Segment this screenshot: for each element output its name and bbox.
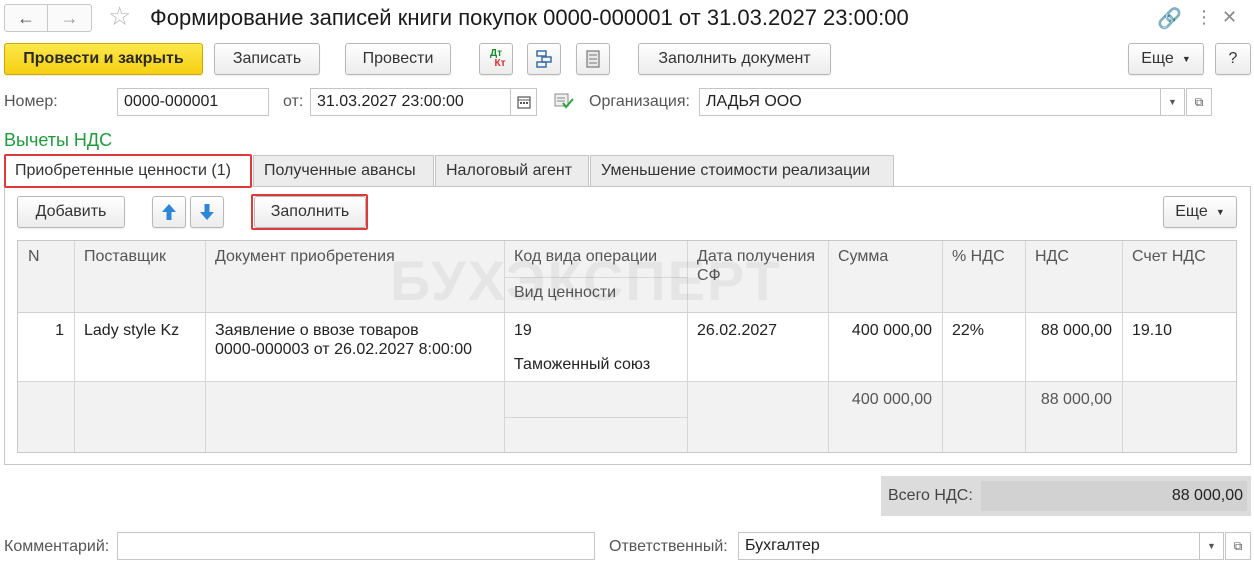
link-icon[interactable]: 🔗 xyxy=(1157,6,1182,31)
number-label: Номер: xyxy=(4,93,58,110)
responsible-field[interactable]: Бухгалтер xyxy=(738,532,1200,560)
list-icon xyxy=(586,50,600,68)
hierarchy-icon xyxy=(536,50,552,68)
responsible-dropdown-button[interactable]: ▼ xyxy=(1200,532,1224,560)
responsible-label: Ответственный: xyxy=(609,538,728,555)
more-button-label: Еще xyxy=(1141,50,1174,67)
back-button[interactable]: ← xyxy=(4,4,48,32)
row-invoice-date: 26.02.2027 xyxy=(697,322,778,339)
col-header-supplier[interactable]: Поставщик xyxy=(74,241,176,272)
col-header-vat-rate[interactable]: % НДС xyxy=(942,241,1015,272)
forward-button[interactable]: → xyxy=(48,4,92,32)
purchases-table: N Поставщик Документ приобретения Код ви… xyxy=(17,240,1237,453)
credit-label: Кт xyxy=(494,58,506,69)
close-icon[interactable]: ✕ xyxy=(1222,7,1237,28)
col-header-value-type[interactable]: Вид ценности xyxy=(504,277,626,308)
calendar-icon xyxy=(516,96,531,109)
footer-vat: 88 000,00 xyxy=(1040,391,1112,408)
move-up-button[interactable] xyxy=(152,196,186,228)
organization-dropdown-button[interactable]: ▼ xyxy=(1161,88,1185,116)
move-down-button[interactable] xyxy=(190,196,224,228)
row-document-line2: 0000-000003 от 26.02.2027 8:00:00 xyxy=(215,341,472,358)
arrow-right-icon: → xyxy=(60,7,79,28)
comment-label: Комментарий: xyxy=(4,538,110,555)
report-button[interactable] xyxy=(576,43,610,75)
arrow-down-icon xyxy=(200,204,214,220)
col-header-invoice-date[interactable]: Дата получения СФ xyxy=(687,241,828,291)
arrow-up-icon xyxy=(162,204,176,220)
add-row-button[interactable]: Добавить xyxy=(17,196,125,228)
favorite-star-icon[interactable]: ☆ xyxy=(108,1,131,32)
row-number: 1 xyxy=(55,322,64,339)
chevron-down-icon: ▼ xyxy=(1207,541,1216,551)
dt-kt-button[interactable]: Дт Кт xyxy=(479,43,513,75)
organization-open-button[interactable]: ⧉ xyxy=(1186,88,1212,116)
col-header-operation-code[interactable]: Код вида операции xyxy=(504,241,667,272)
tab-highlight xyxy=(4,154,252,188)
responsible-open-button[interactable]: ⧉ xyxy=(1225,532,1251,560)
table-more-button[interactable]: Еще ▼ xyxy=(1163,196,1237,228)
more-vertical-icon[interactable]: ⋮ xyxy=(1195,7,1213,28)
open-window-icon: ⧉ xyxy=(1233,538,1243,553)
row-sum: 400 000,00 xyxy=(851,322,932,339)
total-vat-label: Всего НДС: xyxy=(888,487,973,504)
col-header-sum[interactable]: Сумма xyxy=(828,241,898,272)
row-vat-rate: 22% xyxy=(952,322,985,339)
col-header-document[interactable]: Документ приобретения xyxy=(205,241,405,272)
footer-sum: 400 000,00 xyxy=(851,391,932,408)
tab-tax-agent[interactable]: Налоговый агент xyxy=(435,155,589,187)
tab-received-advances[interactable]: Полученные авансы xyxy=(253,155,434,187)
comment-field[interactable] xyxy=(117,532,595,560)
arrow-left-icon: ← xyxy=(17,7,35,28)
table-more-label: Еще xyxy=(1175,203,1208,220)
col-header-vat-account[interactable]: Счет НДС xyxy=(1122,241,1216,272)
calendar-button[interactable] xyxy=(511,88,537,116)
number-field[interactable]: 0000-000001 xyxy=(117,88,269,116)
row-vat: 88 000,00 xyxy=(1040,322,1112,339)
row-supplier: Lady style Kz xyxy=(84,322,180,339)
date-field[interactable]: 31.03.2027 23:00:00 xyxy=(310,88,511,116)
date-label: от: xyxy=(283,93,304,110)
post-status-icon xyxy=(554,92,574,114)
save-button[interactable]: Записать xyxy=(214,43,320,75)
total-vat-value: 88 000,00 xyxy=(981,481,1247,511)
fill-highlight xyxy=(251,194,368,230)
row-value-type: Таможенный союз xyxy=(514,356,651,373)
organization-field[interactable]: ЛАДЬЯ ООО xyxy=(699,88,1161,116)
open-window-icon: ⧉ xyxy=(1194,94,1204,109)
row-vat-account: 19.10 xyxy=(1132,322,1173,339)
structure-button[interactable] xyxy=(527,43,561,75)
row-document-line1: Заявление о ввозе товаров xyxy=(215,322,419,339)
totals-panel: Всего НДС: 88 000,00 xyxy=(881,476,1251,516)
organization-label: Организация: xyxy=(589,93,690,110)
fill-document-button[interactable]: Заполнить документ xyxy=(638,43,831,75)
col-header-n[interactable]: N xyxy=(18,241,50,272)
post-button[interactable]: Провести xyxy=(345,43,451,75)
help-button[interactable]: ? xyxy=(1215,43,1251,75)
post-and-close-button[interactable]: Провести и закрыть xyxy=(4,43,203,75)
col-header-vat[interactable]: НДС xyxy=(1025,241,1079,272)
section-title: Вычеты НДС xyxy=(4,130,113,150)
chevron-down-icon: ▼ xyxy=(1215,207,1225,217)
tab-cost-reduction[interactable]: Уменьшение стоимости реализации xyxy=(590,155,894,187)
chevron-down-icon: ▼ xyxy=(1168,97,1177,107)
row-operation-code: 19 xyxy=(514,322,532,339)
more-button[interactable]: Еще ▼ xyxy=(1128,43,1204,75)
chevron-down-icon: ▼ xyxy=(1181,54,1191,64)
window-title: Формирование записей книги покупок 0000-… xyxy=(150,5,909,30)
